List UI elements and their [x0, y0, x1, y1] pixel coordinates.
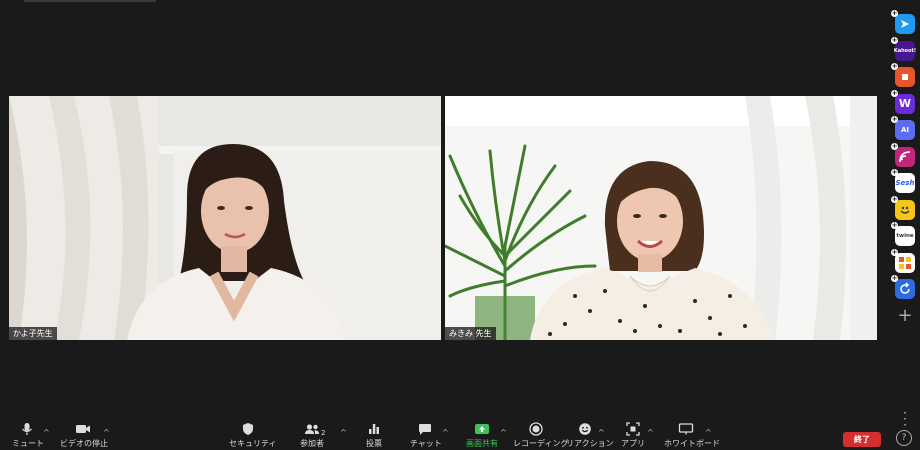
sync-app-icon[interactable]: +: [891, 275, 915, 299]
polls-button[interactable]: 投票: [362, 420, 386, 450]
add-badge: +: [891, 274, 898, 282]
shield-icon: [229, 420, 267, 438]
add-badge: +: [891, 247, 898, 256]
sync-glyph: [900, 282, 910, 294]
participants-label: 参加者: [300, 439, 324, 448]
chat-bubble-icon: [410, 420, 440, 438]
microphone-icon: [12, 420, 42, 438]
add-badge: +: [891, 88, 898, 97]
chat-label: チャット: [410, 439, 442, 448]
add-badge: +: [891, 9, 898, 17]
wave-app-icon[interactable]: +: [891, 142, 915, 167]
bar-chart-icon: [362, 420, 386, 438]
share-screen-label: 画面共有: [466, 439, 498, 448]
record-button[interactable]: レコーディング: [513, 420, 569, 450]
app-label: Sesh: [895, 179, 915, 187]
mute-options-chevron-icon[interactable]: ^: [43, 428, 50, 437]
whiteboard-button[interactable]: ホワイトボード: [664, 420, 720, 450]
participants-count: 2: [321, 429, 326, 437]
end-meeting-button[interactable]: 終了: [843, 432, 881, 447]
grid-app-icon[interactable]: +: [891, 248, 915, 273]
apps-label: アプリ: [621, 439, 645, 448]
square-glyph: [902, 74, 908, 80]
stop-video-button[interactable]: ビデオの停止: [60, 420, 108, 450]
kahoot-icon[interactable]: + Kahoot!: [891, 36, 917, 61]
add-badge: +: [891, 168, 898, 176]
share-options-chevron-icon[interactable]: ^: [500, 428, 507, 437]
app-label: Kahoot!: [893, 47, 917, 54]
share-screen-button[interactable]: 画面共有: [463, 420, 501, 450]
video-camera-icon: [60, 420, 106, 438]
chat-button[interactable]: チャット: [410, 420, 442, 450]
polls-label: 投票: [366, 439, 382, 448]
add-badge: +: [891, 221, 898, 229]
whiteboard-icon: [664, 420, 708, 438]
participant-name: かよ子先生: [9, 327, 57, 340]
grid-glyph: [899, 256, 911, 269]
wooclap-icon[interactable]: + W: [891, 89, 915, 114]
help-icon[interactable]: ?: [896, 430, 912, 446]
wave-glyph: [899, 150, 911, 162]
security-label: セキュリティ: [229, 439, 277, 448]
video-options-chevron-icon[interactable]: ^: [103, 428, 110, 437]
meeting-toolbar: ミュート ^ ビデオの停止 ^ セキュリティ 参加者 2 ^ 投票 チャット ^: [0, 420, 920, 450]
video-tile-2[interactable]: みきみ 先生: [445, 96, 877, 340]
video-feed-2: [445, 96, 877, 340]
record-label: レコーディング: [513, 439, 569, 448]
mute-label: ミュート: [12, 439, 44, 448]
orange-app-icon[interactable]: +: [891, 63, 915, 87]
apps-icon: [620, 420, 646, 438]
mute-button[interactable]: ミュート: [12, 420, 44, 450]
share-screen-icon: [463, 420, 501, 438]
apps-sidebar: + + Kahoot! + + W + AI + + Sesh + + twine + +…: [891, 10, 917, 326]
whiteboard-options-chevron-icon[interactable]: ^: [705, 428, 712, 437]
arrow-glyph: [901, 20, 909, 28]
apps-options-chevron-icon[interactable]: ^: [647, 428, 654, 437]
security-button[interactable]: セキュリティ: [229, 420, 277, 450]
app-label: twine: [896, 233, 914, 239]
arrow-app-icon[interactable]: +: [891, 10, 915, 34]
apps-button[interactable]: アプリ: [620, 420, 646, 450]
record-icon: [513, 420, 559, 438]
app-label: AI: [900, 126, 910, 134]
chat-options-chevron-icon[interactable]: ^: [442, 428, 449, 437]
reactions-label: リアクション: [566, 439, 614, 448]
stop-video-label: ビデオの停止: [60, 439, 108, 448]
add-badge: +: [891, 194, 898, 203]
add-badge: +: [891, 141, 898, 150]
smiley-app-icon[interactable]: +: [891, 195, 915, 220]
video-tile-1[interactable]: かよ子先生: [9, 96, 441, 340]
smiley-glyph: [900, 206, 910, 214]
twine-icon[interactable]: + twine: [891, 222, 915, 246]
video-feed-1: [9, 96, 441, 340]
sesh-icon[interactable]: + Sesh: [891, 169, 915, 193]
add-badge: +: [891, 35, 898, 44]
participants-options-chevron-icon[interactable]: ^: [340, 428, 347, 437]
add-app-icon[interactable]: +: [895, 305, 915, 326]
participant-name: みきみ 先生: [445, 327, 496, 340]
ai-app-icon[interactable]: + AI: [891, 116, 915, 140]
add-badge: +: [891, 62, 898, 70]
top-handle: [24, 0, 156, 2]
app-label: W: [898, 97, 912, 110]
reactions-options-chevron-icon[interactable]: ^: [598, 428, 605, 437]
whiteboard-label: ホワイトボード: [664, 439, 720, 448]
add-badge: +: [891, 115, 898, 123]
